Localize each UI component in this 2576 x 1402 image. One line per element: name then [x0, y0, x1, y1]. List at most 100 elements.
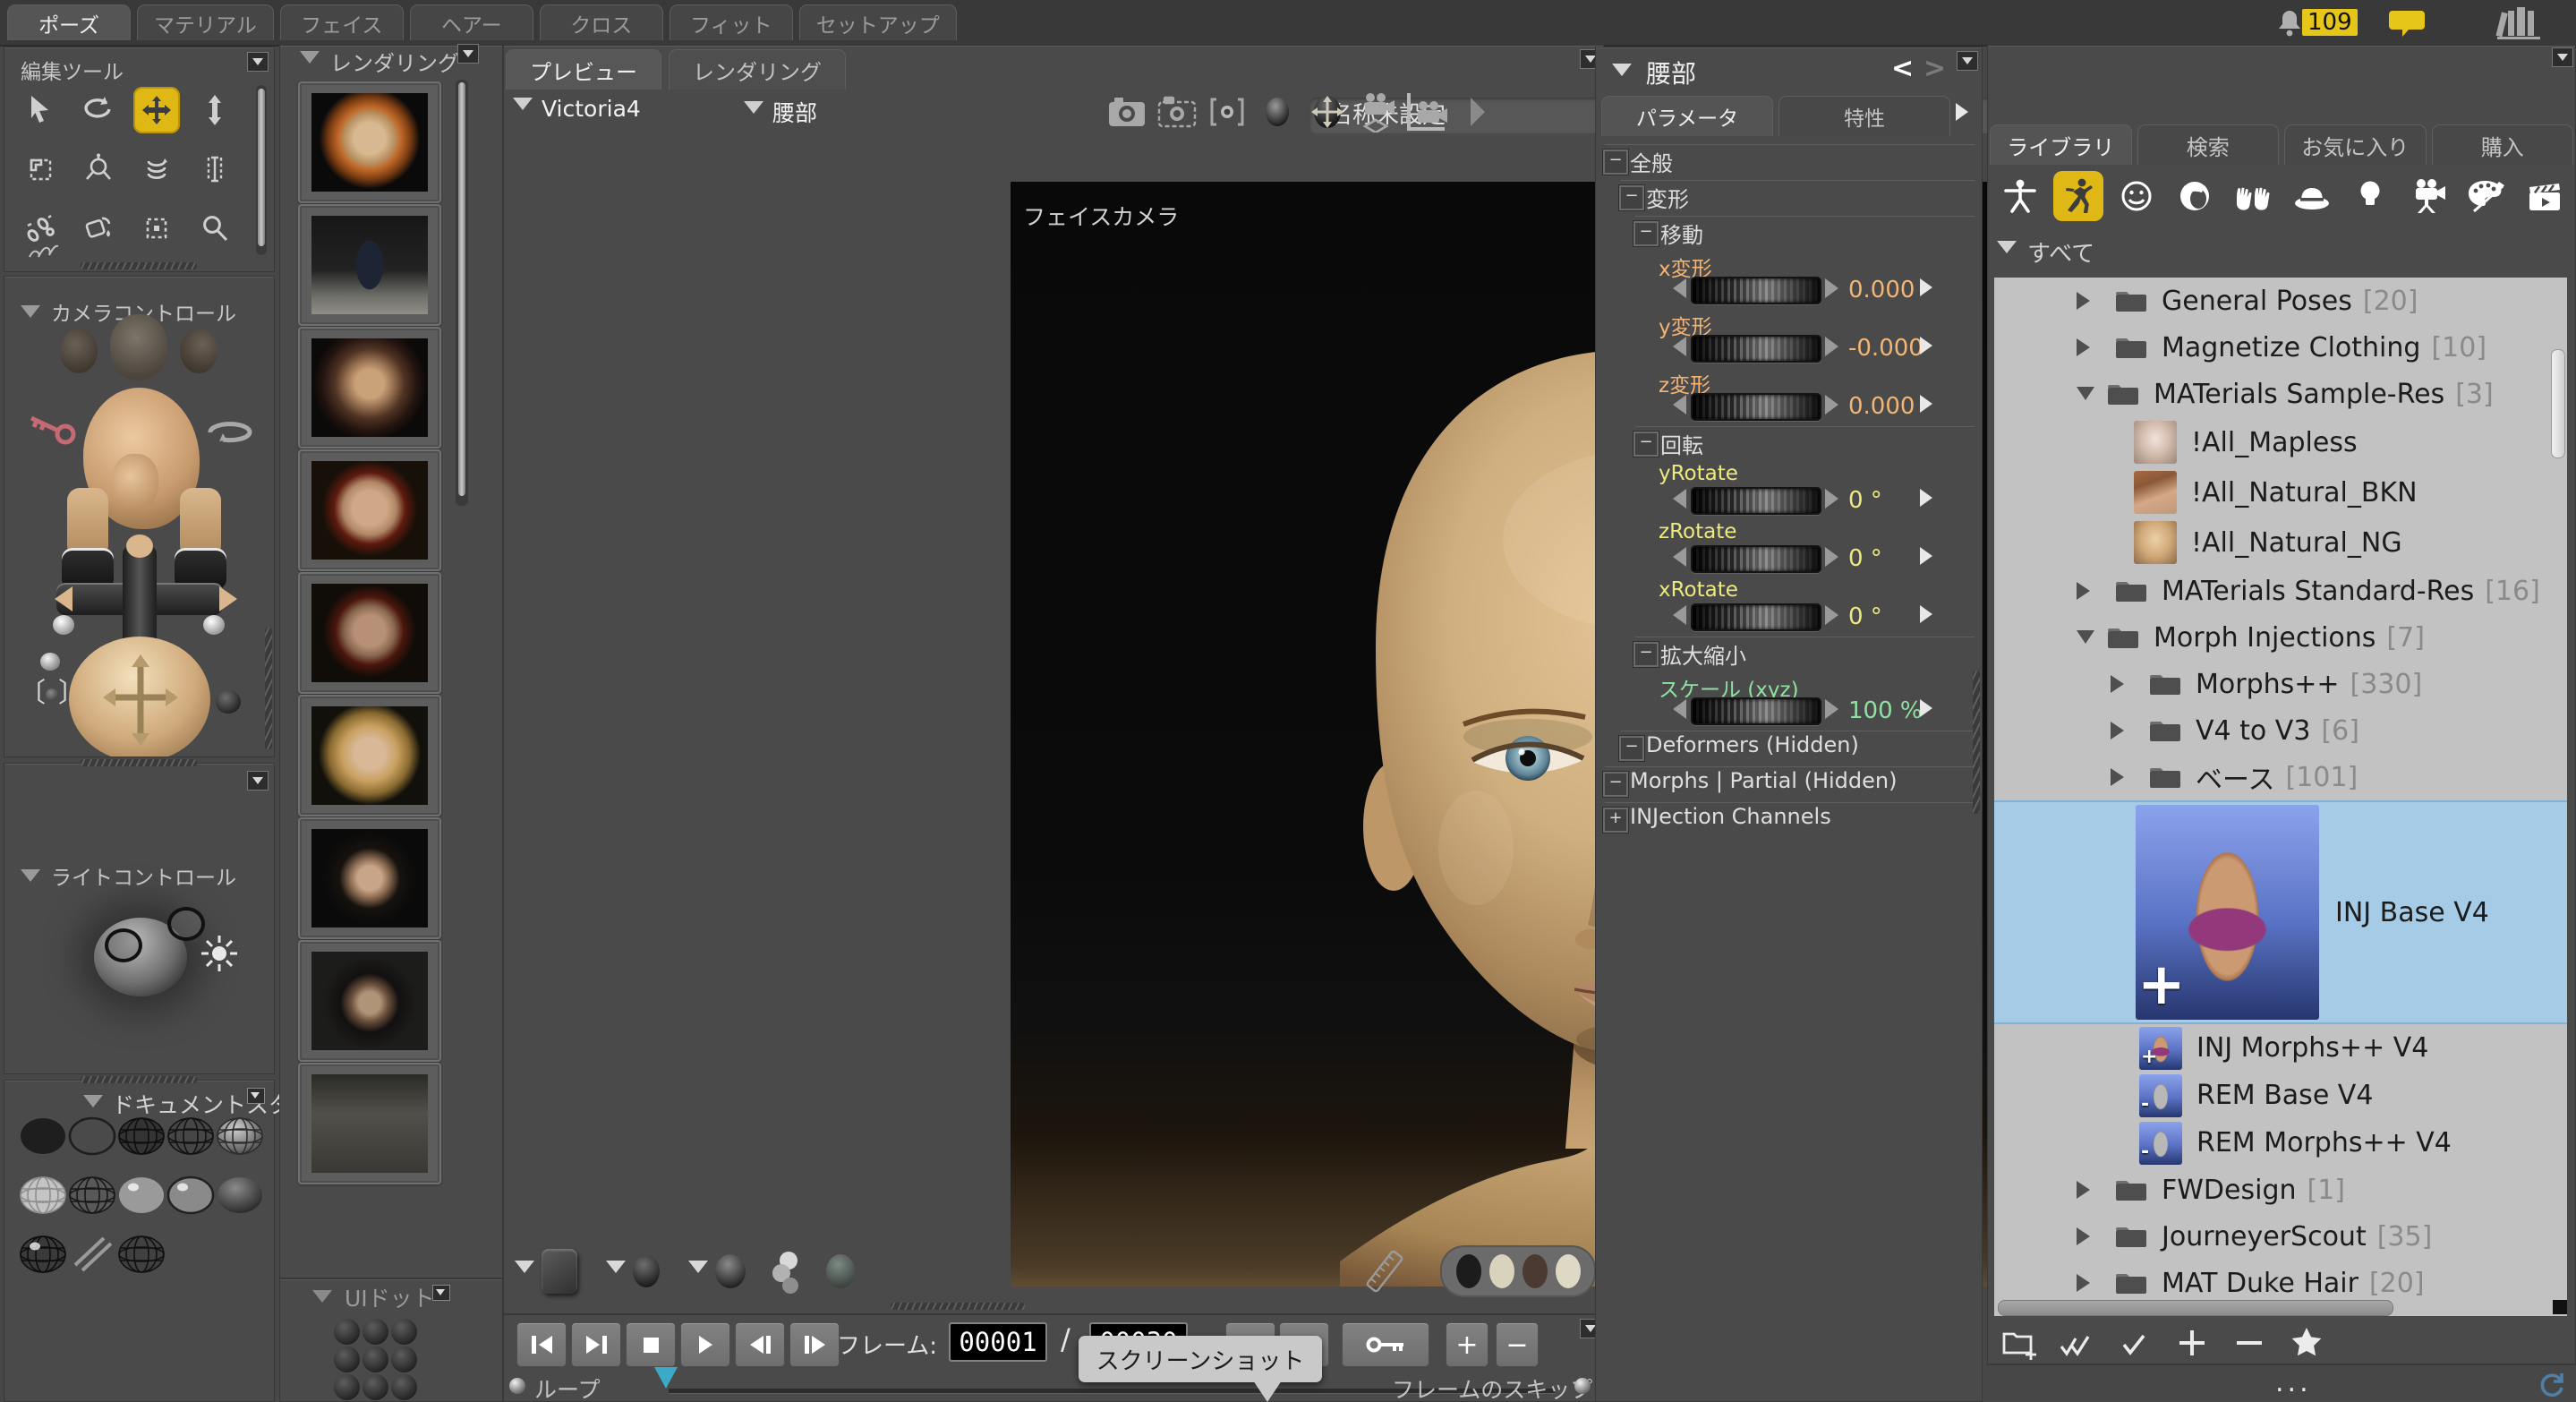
select-tool-button[interactable]	[17, 87, 64, 133]
dial-decrement[interactable]	[1673, 395, 1686, 415]
orb-move-button[interactable]	[1302, 92, 1352, 132]
tree-item-REM Base V4[interactable]: -REM Base V4	[1994, 1072, 2567, 1119]
param-tab-properties[interactable]: 特性	[1778, 96, 1950, 136]
panel-resize-handle[interactable]	[81, 262, 197, 269]
library-root-selector[interactable]: すべて	[1997, 235, 2094, 269]
tree-item-REM Morphs++ V4[interactable]: -REM Morphs++ V4	[1994, 1119, 2567, 1167]
edit-tools-menu-button[interactable]	[247, 52, 269, 72]
left-hand-camera-icon[interactable]	[60, 329, 98, 373]
category-hand-button[interactable]	[2228, 171, 2278, 221]
collapse-toggle[interactable]: +	[1603, 808, 1628, 833]
notification-bell-icon[interactable]	[2273, 7, 2306, 39]
parameter-menu-arrow[interactable]	[1920, 337, 1932, 355]
camera-panel-resize[interactable]	[265, 628, 272, 749]
tree-selected-item[interactable]: +INJ Base V4	[1994, 800, 2567, 1024]
render-thumbnail[interactable]	[298, 449, 441, 571]
parameter-dial[interactable]	[1691, 335, 1821, 363]
document-style-7[interactable]	[68, 1175, 116, 1215]
tree-folder-General Poses[interactable]: General Poses[20]	[1994, 278, 2567, 324]
param-tabs-overflow-arrow[interactable]	[1956, 103, 1977, 121]
camera-dot-left[interactable]	[53, 615, 74, 635]
dial-increment[interactable]	[1825, 699, 1838, 719]
library-tab-library[interactable]: ライブラリ	[1990, 124, 2132, 165]
document-style-13[interactable]	[117, 1235, 166, 1274]
tree-expand-arrow[interactable]	[2111, 722, 2133, 739]
panel-arrow-button[interactable]	[1453, 92, 1503, 132]
document-tab-rendering[interactable]: レンダリング	[669, 49, 846, 90]
tree-expand-arrow[interactable]	[2111, 768, 2133, 786]
ui-dot[interactable]	[363, 1346, 388, 1372]
category-camera-button[interactable]	[2403, 171, 2453, 221]
collapse-toggle[interactable]: −	[1633, 432, 1659, 457]
document-style-8[interactable]	[117, 1175, 166, 1215]
parameter-value[interactable]: 0.000	[1848, 393, 1915, 420]
dial-decrement[interactable]	[1673, 699, 1686, 719]
part-nav-next[interactable]: >	[1923, 53, 1946, 84]
shaded-style-ball[interactable]	[826, 1254, 855, 1288]
step-back-button[interactable]	[735, 1322, 785, 1367]
play-button[interactable]	[680, 1322, 730, 1367]
bg-color-brown[interactable]	[1523, 1254, 1548, 1288]
notification-count-badge[interactable]: 109	[2302, 9, 2358, 36]
translate-y-tool-button[interactable]	[192, 87, 238, 133]
render-thumbnail[interactable]	[298, 1063, 441, 1184]
tree-folder-V4 to V3[interactable]: V4 to V3[6]	[1994, 707, 2567, 754]
dial-decrement[interactable]	[1673, 489, 1686, 509]
tree-folder-Morph Injections[interactable]: Morph Injections[7]	[1994, 614, 2567, 661]
current-frame-field[interactable]: 00001	[949, 1322, 1047, 1362]
favorite-button[interactable]	[2284, 1323, 2329, 1363]
video-camera-dock-button[interactable]	[1403, 92, 1453, 132]
tree-expand-arrow[interactable]	[2077, 1181, 2099, 1199]
light-panel-menu-button[interactable]	[247, 771, 269, 791]
figure-selector[interactable]: Victoria4	[513, 96, 641, 122]
element-style-dropdown-arrow[interactable]	[688, 1261, 708, 1283]
multi-check-button[interactable]	[2055, 1323, 2100, 1363]
add-frames-button[interactable]: +	[1446, 1322, 1488, 1367]
timeline-position-marker[interactable]	[654, 1367, 678, 1400]
orb-bracket-button[interactable]	[1202, 92, 1252, 132]
document-style-2[interactable]	[68, 1116, 116, 1156]
menu-tab-face[interactable]: フェイス	[280, 4, 404, 40]
ui-dot[interactable]	[334, 1319, 360, 1345]
library-books-icon[interactable]	[2495, 5, 2544, 41]
rotate-tool-button[interactable]	[75, 87, 122, 133]
taper-tool-button[interactable]	[192, 146, 238, 192]
dial-decrement[interactable]	[1673, 605, 1686, 625]
center-resize-handle[interactable]	[891, 1303, 1025, 1310]
chat-bubble-icon[interactable]	[2388, 7, 2426, 39]
parameter-dial[interactable]	[1691, 545, 1821, 573]
orb-dark-button[interactable]	[1252, 92, 1302, 132]
parameter-value[interactable]: 100 %	[1848, 697, 1923, 724]
tree-folder-FWDesign[interactable]: FWDesign[1]	[1994, 1167, 2567, 1213]
ui-dot[interactable]	[363, 1374, 388, 1400]
camera-sphere-dark[interactable]	[216, 690, 241, 714]
flash-camera-button[interactable]	[1152, 92, 1202, 132]
step-forward-button[interactable]	[789, 1322, 840, 1367]
parameters-menu-button[interactable]	[1957, 51, 1978, 71]
tree-collapse-arrow[interactable]	[2077, 387, 2094, 409]
tree-horizontal-scrollbar[interactable]	[1998, 1300, 2393, 1316]
group-tool-button[interactable]	[133, 205, 180, 252]
category-hair-button[interactable]	[2170, 171, 2220, 221]
render-thumbnail[interactable]	[298, 204, 441, 326]
tree-folder-MATerials Sample-Res[interactable]: MATerials Sample-Res[3]	[1994, 371, 2567, 417]
bg-color-black[interactable]	[1456, 1254, 1481, 1288]
paint-tool-button[interactable]	[75, 205, 122, 252]
render-strip-menu-button[interactable]	[457, 44, 479, 64]
collapse-toggle[interactable]: −	[1603, 772, 1628, 797]
tree-expand-arrow[interactable]	[2077, 582, 2099, 600]
dial-increment[interactable]	[1825, 489, 1838, 509]
camera-dot-right[interactable]	[203, 615, 225, 635]
edit-tools-scrollbar[interactable]	[256, 85, 267, 255]
background-color-selector[interactable]	[1440, 1245, 1596, 1297]
tree-item-!All_Mapless[interactable]: !All_Mapless	[1994, 417, 2567, 467]
tree-item-!All_Natural_NG[interactable]: !All_Natural_NG	[1994, 517, 2567, 568]
key-camera-icon[interactable]	[24, 411, 80, 447]
bg-color-cream[interactable]	[1489, 1254, 1514, 1288]
document-style-10[interactable]	[216, 1175, 264, 1215]
light-panel-resize[interactable]	[81, 759, 197, 766]
dial-decrement[interactable]	[1673, 547, 1686, 567]
library-menu-button[interactable]	[2552, 47, 2573, 67]
dial-increment[interactable]	[1825, 395, 1838, 415]
render-thumbnail[interactable]	[298, 572, 441, 694]
